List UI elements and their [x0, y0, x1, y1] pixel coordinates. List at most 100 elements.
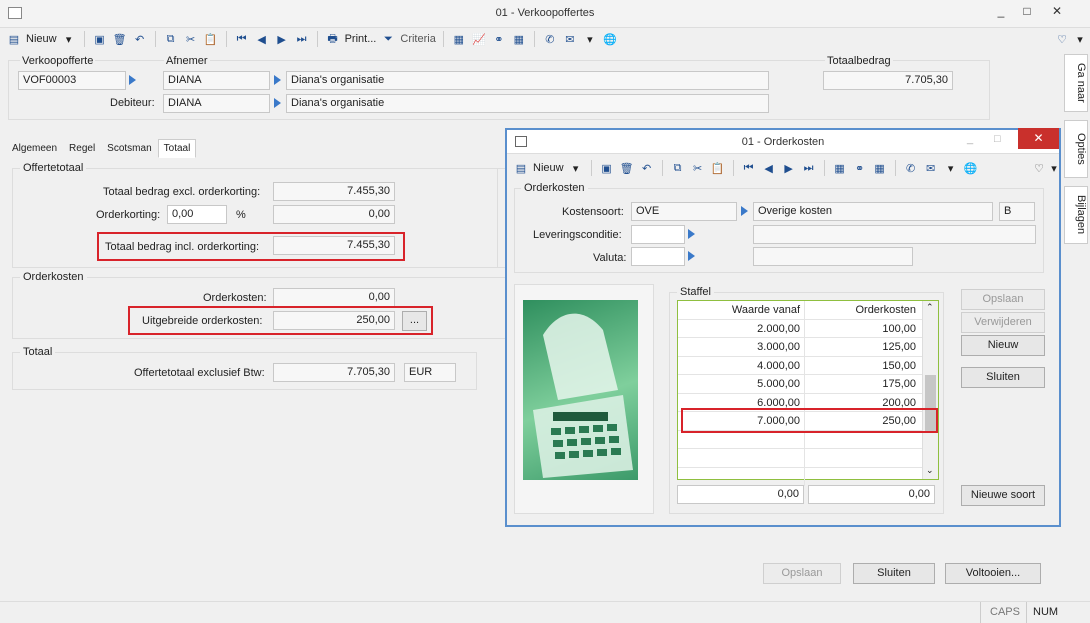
dialog-mail-dropdown-icon[interactable]: ▾	[943, 159, 959, 177]
dialog-sluiten-button[interactable]: Sluiten	[961, 367, 1045, 388]
afnemer-lookup-icon[interactable]	[274, 75, 281, 85]
dialog-new-button[interactable]: Nieuw	[533, 159, 564, 177]
dialog-new-dropdown-icon[interactable]: ▾	[568, 159, 584, 177]
globe-icon[interactable]: 🌐	[602, 30, 618, 48]
close-button[interactable]: ✕	[1046, 4, 1068, 22]
scroll-down-icon[interactable]: ⌄	[926, 465, 934, 476]
waarde-cell[interactable]	[678, 430, 805, 448]
waarde-cell[interactable]: 4.000,00	[678, 356, 805, 374]
dialog-opslaan-button[interactable]: Opslaan	[961, 289, 1045, 310]
uitgebreide-orderkosten-button[interactable]: ...	[402, 311, 427, 331]
dialog-close-button[interactable]: ✕	[1018, 128, 1059, 149]
waarde-cell[interactable]: 2.000,00	[678, 319, 805, 337]
delete-icon[interactable]: 🗑	[112, 30, 128, 48]
dialog-favorite-icon[interactable]: ♡	[1031, 159, 1047, 177]
kosten-cell[interactable]: 100,00	[805, 320, 920, 338]
leveringsconditie-field[interactable]	[631, 225, 685, 244]
tab-scotsman[interactable]: Scotsman	[101, 139, 157, 158]
print-icon[interactable]: 🖶	[325, 30, 341, 48]
side-tab-opties[interactable]: Opties	[1064, 120, 1088, 178]
dialog-cut-icon[interactable]: ✂	[690, 159, 706, 177]
dialog-copy-icon[interactable]: ⧉	[670, 159, 686, 177]
kostensoort-lookup-icon[interactable]	[741, 206, 748, 216]
column-header-kosten[interactable]: Orderkosten	[805, 301, 920, 319]
table-row[interactable]: 4.000,00 150,00	[678, 356, 938, 375]
dialog-mail-icon[interactable]: ✉	[923, 159, 939, 177]
kosten-cell[interactable]	[805, 468, 920, 487]
column-header-waarde[interactable]: Waarde vanaf	[678, 301, 805, 319]
favorite-icon[interactable]: ♡	[1054, 30, 1070, 48]
waarde-cell[interactable]	[678, 449, 805, 467]
dialog-paste-icon[interactable]: 📋	[710, 159, 726, 177]
dialog-phone-icon[interactable]: ✆	[903, 159, 919, 177]
verkoopofferte-field[interactable]: VOF00003	[18, 71, 126, 90]
dialog-next-record-icon[interactable]: ▶	[781, 159, 797, 177]
waarde-cell[interactable]	[678, 467, 805, 486]
tab-algemeen[interactable]: Algemeen	[6, 139, 63, 158]
save-icon[interactable]: ▣	[92, 30, 108, 48]
waarde-cell[interactable]: 3.000,00	[678, 338, 805, 356]
table-row[interactable]: 3.000,00 125,00	[678, 338, 938, 357]
debiteur-code-field[interactable]: DIANA	[163, 94, 270, 113]
phone-icon[interactable]: ✆	[542, 30, 558, 48]
afnemer-code-field[interactable]: DIANA	[163, 71, 270, 90]
debiteur-lookup-icon[interactable]	[274, 98, 281, 108]
filter-icon[interactable]: ⏷	[380, 30, 396, 48]
table-row-empty[interactable]	[678, 449, 938, 468]
grid-scrollbar[interactable]: ⌃ ⌄	[922, 301, 938, 479]
last-record-icon[interactable]: ⏭	[294, 30, 310, 48]
dialog-excel-icon[interactable]: ▦	[832, 159, 848, 177]
waarde-cell[interactable]: 5.000,00	[678, 375, 805, 393]
kosten-cell[interactable]: 175,00	[805, 375, 920, 393]
first-record-icon[interactable]: ⏮	[234, 30, 250, 48]
minimize-button[interactable]: _	[990, 4, 1012, 22]
print-button[interactable]: Print...	[345, 30, 377, 48]
tab-regel[interactable]: Regel	[63, 139, 101, 158]
voltooien-button[interactable]: Voltooien...	[945, 563, 1041, 584]
dialog-nieuw-button[interactable]: Nieuw	[961, 335, 1045, 356]
dialog-undo-icon[interactable]: ↶	[639, 159, 655, 177]
binoculars-icon[interactable]: ⚭	[491, 30, 507, 48]
kosten-cell[interactable]: 125,00	[805, 338, 920, 356]
kostensoort-code-field[interactable]: OVE	[631, 202, 737, 221]
mail-dropdown-icon[interactable]: ▾	[582, 30, 598, 48]
kosten-cell[interactable]	[805, 431, 920, 449]
new-dropdown-icon[interactable]: ▾	[61, 30, 77, 48]
kostensoort-name-field[interactable]: Overige kosten	[753, 202, 993, 221]
dialog-minimize-button[interactable]: _	[967, 133, 973, 145]
new-button[interactable]: Nieuw	[26, 30, 57, 48]
copy-icon[interactable]: ⧉	[163, 30, 179, 48]
cut-icon[interactable]: ✂	[183, 30, 199, 48]
table-row-empty[interactable]	[678, 467, 938, 487]
table-row-empty[interactable]	[678, 430, 938, 449]
excel-icon[interactable]: ▦	[451, 30, 467, 48]
debiteur-name-field[interactable]: Diana's organisatie	[286, 94, 769, 113]
dialog-delete-icon[interactable]: 🗑	[619, 159, 635, 177]
criteria-button[interactable]: Criteria	[400, 30, 435, 48]
valuta-field[interactable]	[631, 247, 685, 266]
afnemer-name-field[interactable]: Diana's organisatie	[286, 71, 769, 90]
favorite-dropdown-icon[interactable]: ▾	[1072, 30, 1088, 48]
dialog-verwijderen-button[interactable]: Verwijderen	[961, 312, 1045, 333]
dialog-first-record-icon[interactable]: ⏮	[741, 159, 757, 177]
chart-icon[interactable]: 📈	[471, 30, 487, 48]
new-doc-icon[interactable]: ▤	[6, 30, 22, 48]
dialog-previous-record-icon[interactable]: ◀	[761, 159, 777, 177]
dialog-grid-icon[interactable]: ▦	[872, 159, 888, 177]
side-tab-bijlagen[interactable]: Bijlagen	[1064, 186, 1088, 244]
sluiten-button[interactable]: Sluiten	[853, 563, 935, 584]
valuta-lookup-icon[interactable]	[688, 251, 695, 261]
scroll-up-icon[interactable]: ⌃	[926, 302, 934, 313]
orderkorting-pct-input[interactable]: 0,00	[167, 205, 227, 224]
dialog-globe-icon[interactable]: 🌐	[963, 159, 979, 177]
verkoopofferte-lookup-icon[interactable]	[129, 75, 136, 85]
tab-totaal[interactable]: Totaal	[157, 139, 197, 158]
side-tab-ga-naar[interactable]: Ga naar	[1064, 54, 1088, 112]
grid-icon[interactable]: ▦	[511, 30, 527, 48]
nieuwe-soort-button[interactable]: Nieuwe soort	[961, 485, 1045, 506]
dialog-new-doc-icon[interactable]: ▤	[513, 159, 529, 177]
kosten-cell[interactable]	[805, 449, 920, 467]
previous-record-icon[interactable]: ◀	[254, 30, 270, 48]
dialog-last-record-icon[interactable]: ⏭	[801, 159, 817, 177]
mail-icon[interactable]: ✉	[562, 30, 578, 48]
